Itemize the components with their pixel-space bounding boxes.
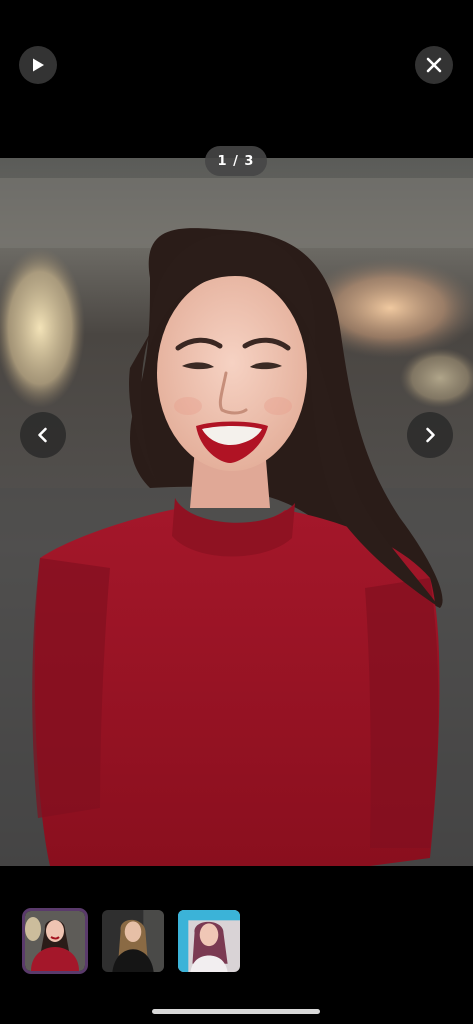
image-counter: 1 / 3 [205,146,267,176]
thumbnail-1[interactable] [22,908,88,974]
play-icon [33,58,44,72]
play-slideshow-button[interactable] [19,46,57,84]
chevron-right-icon [426,427,435,443]
thumbnail-3[interactable] [178,910,240,972]
image-viewer: 1 / 3 [0,0,473,1024]
previous-image-button[interactable] [20,412,66,458]
thumbnail-2[interactable] [102,910,164,972]
chevron-left-icon [38,427,47,443]
close-button[interactable] [415,46,453,84]
thumbnail-strip [22,908,240,974]
next-image-button[interactable] [407,412,453,458]
close-icon [426,57,442,73]
home-indicator [152,1009,320,1014]
main-photo [0,158,473,866]
